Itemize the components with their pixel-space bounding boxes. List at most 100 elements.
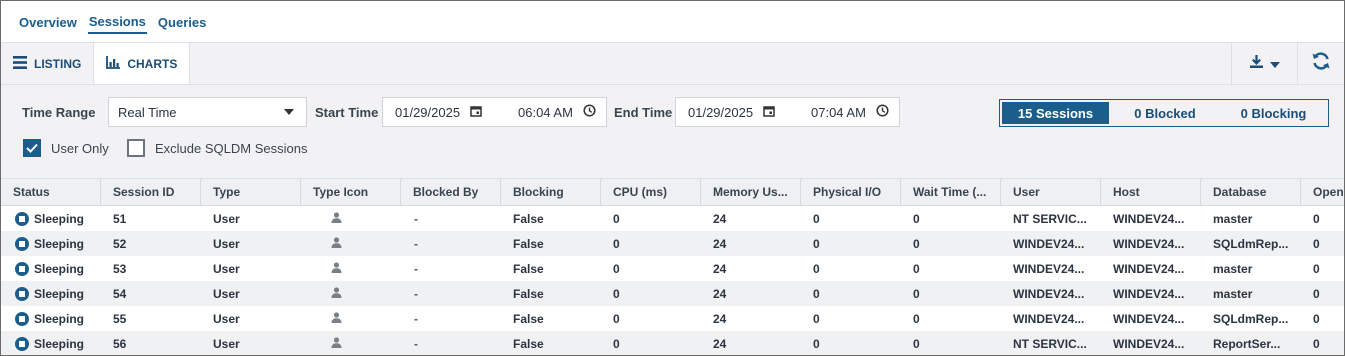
start-time-input[interactable]: 06:04 AM: [518, 98, 596, 126]
status-text: Sleeping: [34, 336, 85, 351]
listing-view-tab[interactable]: LISTING: [1, 43, 94, 84]
sessions-count-button[interactable]: 15 Sessions: [1000, 100, 1111, 126]
session-id-cell: 55: [113, 311, 127, 326]
sleeping-status-icon: [15, 211, 29, 226]
blocked-count-button[interactable]: 0 Blocked: [1111, 100, 1219, 126]
open-cell: 0: [1313, 236, 1320, 251]
end-time-input[interactable]: 07:04 AM: [811, 98, 889, 126]
blocking-cell: False: [513, 261, 544, 276]
host-cell: WINDEV24...: [1113, 211, 1185, 226]
column-header-session-id[interactable]: Session ID: [101, 179, 201, 205]
start-date-input[interactable]: 01/29/2025: [395, 98, 482, 126]
column-header-blocking[interactable]: Blocking: [501, 179, 601, 205]
physical-io-cell: 0: [813, 336, 820, 351]
physical-io-cell: 0: [813, 211, 820, 226]
blocking-cell: False: [513, 311, 544, 326]
table-row[interactable]: Sleeping 54 User - False 0 24 0 0 WINDEV…: [1, 281, 1344, 306]
database-cell: master: [1213, 211, 1253, 226]
charts-view-tab[interactable]: CHARTS: [93, 43, 191, 84]
user-cell: WINDEV24...: [1013, 286, 1085, 301]
status-cell: Sleeping: [1, 256, 101, 281]
checkbox-unchecked-icon: [127, 139, 145, 157]
end-date-input[interactable]: 01/29/2025: [688, 98, 775, 126]
exclude-sqldm-label: Exclude SQLDM Sessions: [155, 140, 308, 156]
start-time-value: 06:04 AM: [518, 104, 573, 120]
status-cell: Sleeping: [1, 206, 101, 231]
toolbar-actions: [1231, 43, 1344, 84]
type-cell: User: [213, 211, 240, 226]
table-row[interactable]: Sleeping 51 User - False 0 24 0 0 NT SER…: [1, 206, 1344, 231]
user-icon: [331, 311, 342, 326]
user-icon: [331, 236, 342, 251]
blocking-cell: False: [513, 336, 544, 351]
type-icon-cell: [301, 306, 401, 331]
type-cell: User: [213, 236, 240, 251]
session-id-cell: 56: [113, 336, 127, 351]
user-only-checkbox[interactable]: User Only: [23, 139, 109, 157]
column-header-memory[interactable]: Memory Us...: [701, 179, 801, 205]
session-id-cell: 52: [113, 236, 127, 251]
tab-overview[interactable]: Overview: [18, 11, 78, 33]
refresh-button[interactable]: [1297, 43, 1344, 84]
cpu-cell: 0: [613, 261, 620, 276]
status-cell: Sleeping: [1, 331, 101, 355]
column-header-type-icon[interactable]: Type Icon: [301, 179, 401, 205]
type-cell: User: [213, 261, 240, 276]
column-header-database[interactable]: Database: [1201, 179, 1301, 205]
table-row[interactable]: Sleeping 56 User - False 0 24 0 0 NT SER…: [1, 331, 1344, 355]
download-icon: [1249, 54, 1264, 74]
column-header-user[interactable]: User: [1001, 179, 1101, 205]
database-cell: master: [1213, 286, 1253, 301]
column-header-wait-time[interactable]: Wait Time (...: [901, 179, 1001, 205]
sleeping-status-icon: [15, 336, 29, 351]
exclude-sqldm-checkbox[interactable]: Exclude SQLDM Sessions: [127, 139, 307, 157]
table-body: Sleeping 51 User - False 0 24 0 0 NT SER…: [1, 206, 1344, 355]
column-header-open[interactable]: Open: [1301, 179, 1344, 205]
column-header-physical-io[interactable]: Physical I/O: [801, 179, 901, 205]
clock-icon[interactable]: [876, 104, 889, 120]
tab-queries[interactable]: Queries: [157, 11, 207, 33]
user-cell: WINDEV24...: [1013, 311, 1085, 326]
status-text: Sleeping: [34, 261, 85, 276]
database-cell: master: [1213, 261, 1253, 276]
host-cell: WINDEV24...: [1113, 236, 1185, 251]
wait-time-cell: 0: [913, 261, 920, 276]
memory-cell: 24: [713, 261, 727, 276]
export-button[interactable]: [1231, 43, 1297, 84]
table-row[interactable]: Sleeping 55 User - False 0 24 0 0 WINDEV…: [1, 306, 1344, 331]
calendar-icon[interactable]: [763, 105, 775, 120]
charts-label: CHARTS: [127, 56, 178, 71]
cpu-cell: 0: [613, 336, 620, 351]
physical-io-cell: 0: [813, 236, 820, 251]
session-id-cell: 51: [113, 211, 127, 226]
open-cell: 0: [1313, 261, 1320, 276]
database-cell: SQLdmRep...: [1213, 236, 1289, 251]
top-tab-bar: Overview Sessions Queries: [1, 1, 1344, 43]
listing-label: LISTING: [34, 56, 82, 71]
wait-time-cell: 0: [913, 211, 920, 226]
blocked-by-cell: -: [414, 236, 418, 251]
user-only-label: User Only: [51, 140, 109, 156]
type-icon-cell: [301, 231, 401, 256]
refresh-icon: [1311, 51, 1331, 76]
status-text: Sleeping: [34, 236, 85, 251]
column-header-type[interactable]: Type: [201, 179, 301, 205]
end-date-value: 01/29/2025: [688, 104, 754, 120]
column-header-cpu[interactable]: CPU (ms): [601, 179, 701, 205]
column-header-status[interactable]: Status: [1, 179, 101, 205]
column-header-blocked-by[interactable]: Blocked By: [401, 179, 501, 205]
clock-icon[interactable]: [583, 104, 596, 120]
tab-sessions[interactable]: Sessions: [87, 10, 147, 34]
wait-time-cell: 0: [913, 286, 920, 301]
blocked-by-cell: -: [414, 261, 418, 276]
time-range-select[interactable]: Real Time: [108, 97, 307, 127]
cpu-cell: 0: [613, 236, 620, 251]
column-header-host[interactable]: Host: [1101, 179, 1201, 205]
blocking-count-button[interactable]: 0 Blocking: [1219, 100, 1328, 126]
open-cell: 0: [1313, 336, 1320, 351]
table-row[interactable]: Sleeping 53 User - False 0 24 0 0 WINDEV…: [1, 256, 1344, 281]
table-row[interactable]: Sleeping 52 User - False 0 24 0 0 WINDEV…: [1, 231, 1344, 256]
chevron-down-icon: [1270, 55, 1280, 73]
checkbox-checked-icon: [23, 139, 41, 157]
calendar-icon[interactable]: [470, 105, 482, 120]
